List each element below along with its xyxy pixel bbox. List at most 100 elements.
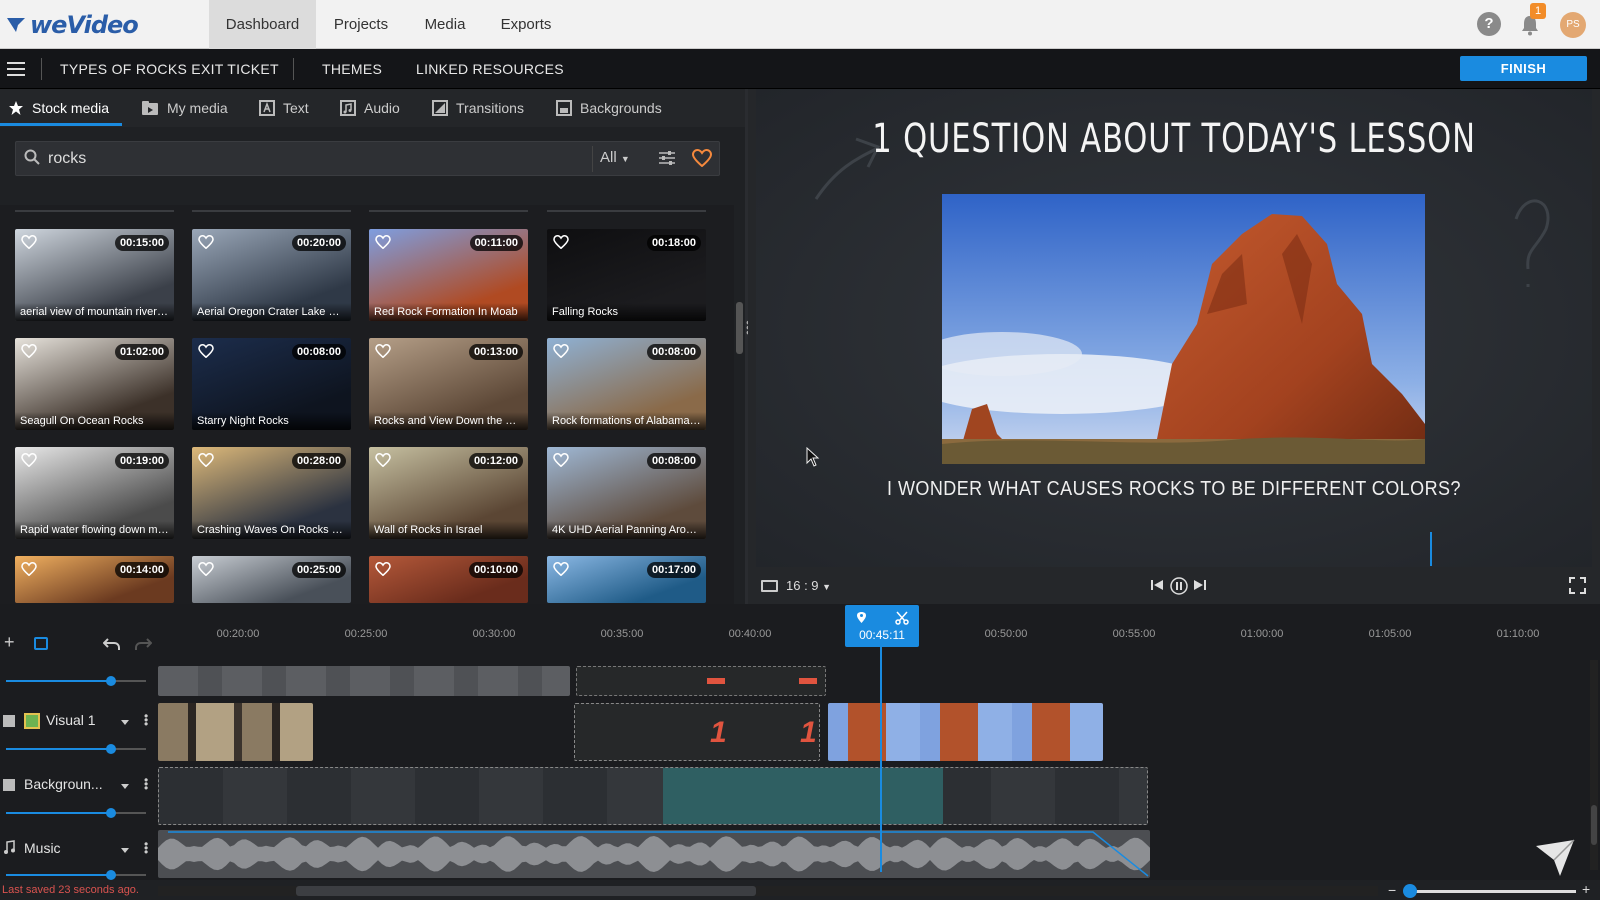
title-clip[interactable]: 1 1	[574, 703, 820, 761]
media-card[interactable]: 00:25:00	[192, 556, 351, 603]
favorite-heart-icon[interactable]	[553, 344, 569, 358]
favorites-heart-icon[interactable]	[692, 149, 712, 167]
redo-icon[interactable]	[134, 636, 152, 652]
avatar[interactable]: PS	[1560, 12, 1586, 38]
help-icon[interactable]: ?	[1477, 12, 1501, 36]
chevron-down-icon[interactable]	[121, 848, 129, 853]
transition-clip[interactable]	[158, 666, 570, 696]
track-name[interactable]: Visual 1	[46, 712, 96, 728]
grid-scrollbar[interactable]	[734, 205, 745, 605]
send-feedback-icon[interactable]	[1534, 838, 1576, 878]
chevron-down-icon[interactable]	[121, 784, 129, 789]
skip-back-icon[interactable]	[1150, 578, 1164, 592]
grid-scrollbar-thumb[interactable]	[736, 302, 743, 354]
media-duration: 00:08:00	[646, 453, 701, 469]
media-card[interactable]: 00:14:00	[15, 556, 174, 603]
filter-sliders-icon[interactable]	[658, 150, 676, 166]
undo-icon[interactable]	[103, 636, 121, 652]
favorite-heart-icon[interactable]	[198, 453, 214, 467]
favorite-heart-icon[interactable]	[21, 562, 37, 576]
timeline-vertical-scrollbar-thumb[interactable]	[1591, 805, 1597, 845]
aspect-ratio-icon[interactable]	[761, 580, 778, 592]
multi-select-icon[interactable]	[34, 637, 48, 650]
music-clip[interactable]	[158, 830, 1150, 878]
favorite-heart-icon[interactable]	[21, 344, 37, 358]
background-clip[interactable]	[158, 767, 1148, 825]
track-name[interactable]: Backgroun...	[24, 776, 103, 792]
track-menu-icon[interactable]: • • •	[144, 774, 148, 794]
linked-resources-link[interactable]: LINKED RESOURCES	[416, 49, 564, 89]
chevron-down-icon[interactable]	[121, 720, 129, 725]
tab-audio[interactable]: Audio	[340, 89, 400, 127]
fullscreen-icon[interactable]	[1569, 577, 1586, 594]
project-title[interactable]: TYPES OF ROCKS EXIT TICKET	[60, 49, 279, 89]
red-rock-clip[interactable]	[828, 703, 1103, 761]
themes-link[interactable]: THEMES	[322, 49, 382, 89]
media-card[interactable]: 00:13:00 Rocks and View Down the Mo...	[369, 338, 528, 430]
media-card[interactable]: 00:08:00 4K UHD Aerial Panning Aroun...	[547, 447, 706, 539]
favorite-heart-icon[interactable]	[198, 344, 214, 358]
favorite-heart-icon[interactable]	[553, 453, 569, 467]
zoom-out-icon[interactable]: −	[1388, 882, 1396, 898]
media-card[interactable]: 00:10:00	[369, 556, 528, 603]
volume-knob[interactable]	[106, 744, 116, 754]
search-input[interactable]	[48, 145, 578, 172]
media-card[interactable]: 00:08:00 Starry Night Rocks	[192, 338, 351, 430]
media-card[interactable]: 00:20:00 Aerial Oregon Crater Lake Sno...	[192, 229, 351, 321]
media-caption: Rock formations of Alabama H...	[547, 412, 706, 430]
track-menu-icon[interactable]: • • •	[144, 838, 148, 858]
media-card[interactable]: 00:28:00 Crashing Waves On Rocks Dur...	[192, 447, 351, 539]
zoom-in-icon[interactable]: +	[1582, 881, 1590, 897]
tab-my-media[interactable]: My media	[141, 89, 228, 127]
scissors-icon[interactable]	[895, 611, 909, 625]
nav-exports[interactable]: Exports	[490, 0, 562, 49]
nav-media[interactable]: Media	[414, 0, 476, 49]
volume-knob[interactable]	[106, 676, 116, 686]
add-track-icon[interactable]: +	[4, 632, 15, 653]
media-card[interactable]: 01:02:00 Seagull On Ocean Rocks	[15, 338, 174, 430]
favorite-heart-icon[interactable]	[553, 235, 569, 249]
favorite-heart-icon[interactable]	[198, 235, 214, 249]
finish-button[interactable]: FINISH	[1460, 56, 1587, 81]
favorite-heart-icon[interactable]	[375, 562, 391, 576]
media-card[interactable]: 00:19:00 Rapid water flowing down mo...	[15, 447, 174, 539]
media-card[interactable]: 00:18:00 Falling Rocks	[547, 229, 706, 321]
tab-transitions[interactable]: Transitions	[432, 89, 524, 127]
nav-projects[interactable]: Projects	[320, 0, 402, 49]
media-card[interactable]: 00:11:00 Red Rock Formation In Moab	[369, 229, 528, 321]
zoom-knob[interactable]	[1403, 884, 1417, 898]
favorite-heart-icon[interactable]	[21, 453, 37, 467]
media-card[interactable]: 00:08:00 Rock formations of Alabama H...	[547, 338, 706, 430]
volume-knob[interactable]	[106, 870, 116, 880]
favorite-heart-icon[interactable]	[198, 562, 214, 576]
track-name[interactable]: Music	[24, 840, 61, 856]
track-drag-handle-icon[interactable]	[3, 715, 15, 727]
track-menu-icon[interactable]: • • •	[144, 710, 148, 730]
volume-knob[interactable]	[106, 808, 116, 818]
track-drag-handle-icon[interactable]	[3, 779, 15, 791]
favorite-heart-icon[interactable]	[375, 235, 391, 249]
hamburger-menu-icon[interactable]	[7, 62, 25, 76]
favorite-heart-icon[interactable]	[21, 235, 37, 249]
tab-stock-media[interactable]: Stock media	[8, 89, 109, 127]
favorite-heart-icon[interactable]	[375, 453, 391, 467]
favorite-heart-icon[interactable]	[553, 562, 569, 576]
zoom-slider[interactable]	[1404, 890, 1576, 893]
wevideo-logo[interactable]: weVideo	[6, 10, 139, 40]
tab-backgrounds[interactable]: Backgrounds	[556, 89, 662, 127]
tab-text[interactable]: Text	[259, 89, 309, 127]
text-overlay-clip[interactable]	[576, 666, 826, 696]
ruler-tick-label: 00:35:00	[600, 628, 644, 640]
media-card[interactable]: 00:15:00 aerial view of mountain river n.…	[15, 229, 174, 321]
aspect-ratio-select[interactable]: 16 : 9 ▼	[786, 578, 831, 593]
timeline-scrollbar-thumb[interactable]	[296, 886, 756, 896]
pause-icon[interactable]	[1170, 577, 1188, 595]
media-type-filter[interactable]: All ▼	[600, 149, 630, 166]
favorite-heart-icon[interactable]	[375, 344, 391, 358]
marker-pin-icon[interactable]	[856, 611, 867, 624]
nav-dashboard[interactable]: Dashboard	[209, 0, 316, 49]
media-card[interactable]: 00:17:00	[547, 556, 706, 603]
skip-forward-icon[interactable]	[1193, 578, 1207, 592]
media-card[interactable]: 00:12:00 Wall of Rocks in Israel	[369, 447, 528, 539]
video-clip[interactable]	[158, 703, 313, 761]
